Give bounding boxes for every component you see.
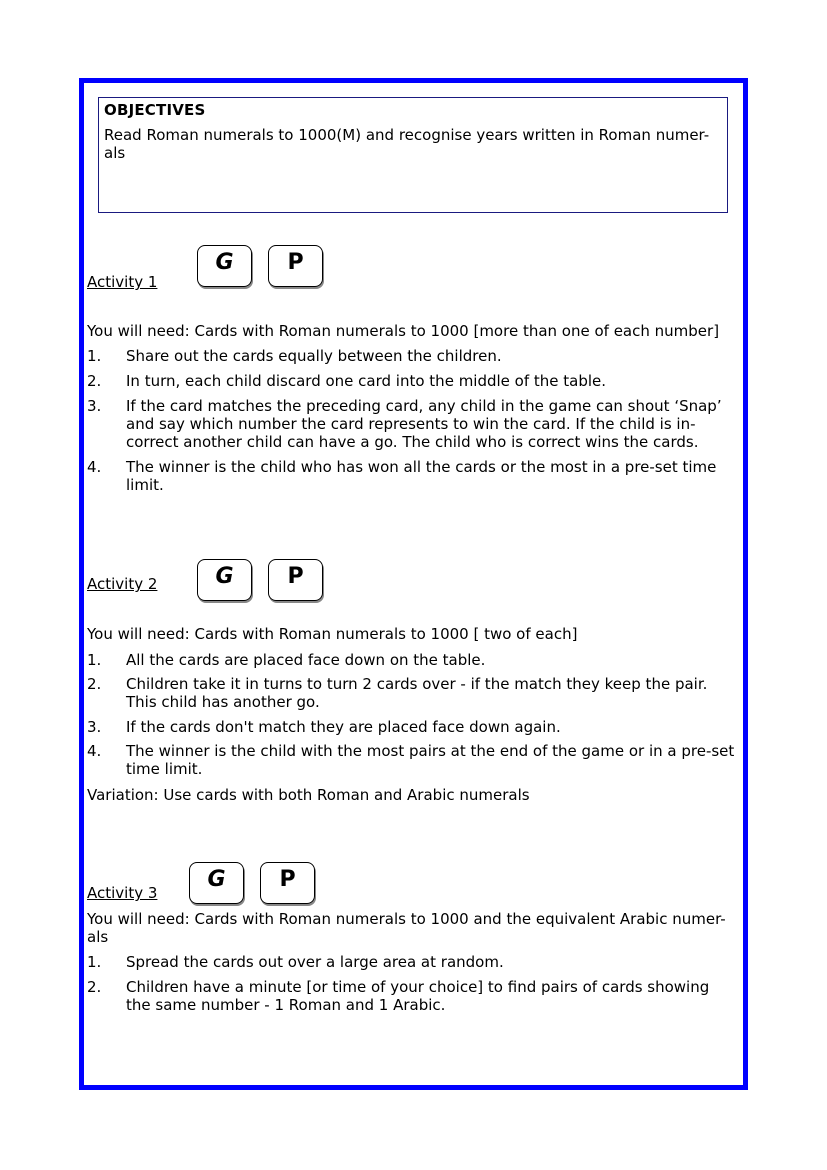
list-number: 1. <box>87 651 102 669</box>
activity-2-need: You will need: Cards with Roman numerals… <box>87 625 578 643</box>
list-number: 4. <box>87 742 102 760</box>
list-text: If the cards don't match they are placed… <box>126 718 561 736</box>
activity-2-variation: Variation: Use cards with both Roman and… <box>87 786 530 804</box>
group-badge: G <box>197 245 252 287</box>
list-text: In turn, each child discard one card int… <box>126 372 607 390</box>
list-number: 1. <box>87 347 102 365</box>
list-text: The winner is the child with the most pa… <box>126 742 735 778</box>
activity-1-need: You will need: Cards with Roman numerals… <box>87 322 720 340</box>
activity-3-need-block: You will need: Cards with Roman numerals… <box>87 910 737 946</box>
pair-badge: P <box>260 862 315 904</box>
list-number: 3. <box>87 718 102 736</box>
pair-badge: P <box>268 559 323 601</box>
group-badge: G <box>197 559 252 601</box>
list-number: 3. <box>87 397 102 415</box>
list-number: 2. <box>87 372 102 390</box>
objectives-text: Read Roman numerals to 1000(M) and recog… <box>104 126 710 162</box>
pair-badge: P <box>268 245 323 287</box>
list-text: Spread the cards out over a large area a… <box>126 953 504 971</box>
list-number: 2. <box>87 978 102 996</box>
activity-1-label: Activity 1 <box>87 273 158 291</box>
list-text: All the cards are placed face down on th… <box>126 651 486 669</box>
list-number: 1. <box>87 953 102 971</box>
list-text: Children take it in turns to turn 2 card… <box>126 675 708 711</box>
list-number: 4. <box>87 458 102 476</box>
list-text: The winner is the child who has won all … <box>126 458 717 494</box>
activity-3-need: You will need: Cards with Roman numerals… <box>87 910 726 946</box>
activity-3-label: Activity 3 <box>87 884 158 902</box>
objectives-box: OBJECTIVES Read Roman numerals to 1000(M… <box>98 97 728 213</box>
activity-2-label: Activity 2 <box>87 575 158 593</box>
list-number: 2. <box>87 675 102 693</box>
objectives-title: OBJECTIVES <box>104 101 206 119</box>
group-badge: G <box>189 862 244 904</box>
list-text: Share out the cards equally between the … <box>126 347 502 365</box>
list-text: Children have a minute [or time of your … <box>126 978 710 1014</box>
list-text: If the card matches the preceding card, … <box>126 397 722 451</box>
